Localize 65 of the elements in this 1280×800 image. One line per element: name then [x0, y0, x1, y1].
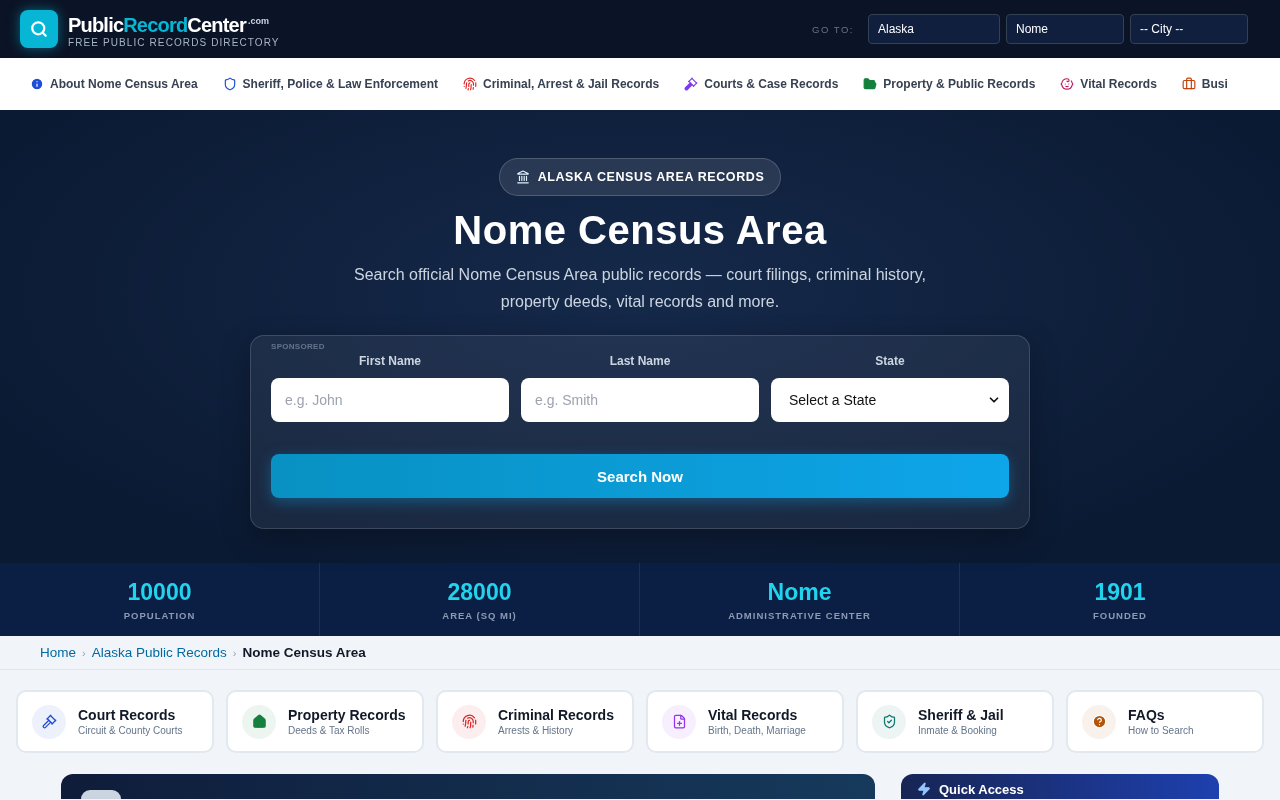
category-card[interactable]: Sheriff & Jail Inmate & Booking — [856, 690, 1054, 753]
stat-value: 10000 — [127, 578, 192, 606]
category-card[interactable]: Court Records Circuit & County Courts — [16, 690, 214, 753]
site-logo[interactable]: PublicRecordCenter$^{.com}$ — [68, 9, 280, 36]
baby-icon — [1060, 77, 1075, 91]
lightning-icon — [917, 782, 931, 796]
breadcrumb-link[interactable]: Alaska Public Records — [91, 645, 227, 660]
field-label: Last Name — [609, 354, 671, 368]
site-tagline: FREE PUBLIC RECORDS DIRECTORY — [68, 37, 280, 49]
section-badge: ALASKA CENSUS AREA RECORDS — [498, 158, 782, 196]
location-select[interactable]: Alaska — [868, 14, 1000, 44]
state-select[interactable]: Select a State — [771, 378, 1009, 422]
stat-label: FOUNDED — [1093, 609, 1147, 621]
breadcrumb-link[interactable]: Home — [40, 645, 76, 660]
briefcase-icon — [1181, 77, 1196, 91]
sidebar-title: Quick Access — [939, 782, 1024, 797]
category-card[interactable]: Criminal Records Arrests & History — [436, 690, 634, 753]
goto-label: GO TO: — [812, 23, 854, 35]
card-subtitle: How to Search — [1128, 725, 1194, 736]
nav-link[interactable]: Busi — [1181, 77, 1228, 91]
fingerprint-icon — [462, 77, 477, 91]
gavel-icon — [684, 77, 699, 91]
card-title: Criminal Records — [498, 707, 614, 723]
category-card[interactable]: Property Records Deeds & Tax Rolls — [226, 690, 424, 753]
nav-link[interactable]: About Nome Census Area — [30, 77, 198, 91]
breadcrumb-separator: › — [82, 646, 86, 659]
card-title: Court Records — [78, 707, 177, 723]
location-select[interactable]: -- City -- — [1130, 14, 1248, 44]
logo-search-icon[interactable] — [20, 10, 58, 48]
stat-label: POPULATION — [123, 609, 196, 621]
card-subtitle: Birth, Death, Marriage — [708, 725, 806, 736]
nav-link[interactable]: Sheriff, Police & Law Enforcement — [222, 77, 438, 91]
nav-link[interactable]: Vital Records — [1060, 77, 1157, 91]
card-icon — [81, 790, 121, 799]
nav-link[interactable]: Courts & Case Records — [684, 77, 839, 91]
info-icon — [30, 77, 44, 91]
card-subtitle: Inmate & Booking — [918, 725, 998, 736]
folder-icon — [863, 77, 878, 91]
nav-link[interactable]: Property & Public Records — [863, 77, 1036, 91]
page-subtitle: Search official Nome Census Area public records — court filings, criminal history, property deeds, vital records and more. — [352, 265, 928, 312]
name-input[interactable]: e.g. John — [271, 378, 509, 422]
card-title: Sheriff & Jail — [918, 707, 1004, 723]
sponsored-label: SPONSORED — [271, 342, 326, 353]
field-label: First Name — [359, 354, 421, 368]
breadcrumb-separator: › — [232, 646, 237, 659]
card-subtitle: Deeds & Tax Rolls — [288, 725, 371, 736]
card-title: Property Records — [288, 707, 406, 723]
category-card[interactable]: Vital Records Birth, Death, Marriage — [646, 690, 844, 753]
category-card[interactable]: FAQs How to Search — [1066, 690, 1264, 753]
stat-value: Nome — [767, 578, 832, 606]
card-title: FAQs — [1128, 707, 1166, 723]
name-input[interactable]: e.g. Smith — [521, 378, 759, 422]
stat-value: 1901 — [1094, 578, 1146, 606]
stat-label: AREA (SQ MI) — [442, 609, 517, 621]
nav-link[interactable]: Criminal, Arrest & Jail Records — [462, 77, 660, 91]
card-subtitle: Circuit & County Courts — [78, 725, 183, 736]
stat-value: 28000 — [447, 578, 512, 606]
card-title: Vital Records — [708, 707, 799, 723]
breadcrumb-link[interactable]: Nome Census Area — [242, 645, 366, 660]
stat-label: ADMINISTRATIVE CENTER — [728, 609, 871, 621]
field-label: State — [875, 354, 905, 368]
page-title: Nome Census Area — [453, 208, 827, 253]
location-select[interactable]: Nome — [1006, 14, 1124, 44]
card-subtitle: Arrests & History — [498, 725, 574, 736]
shield-icon — [222, 77, 237, 91]
